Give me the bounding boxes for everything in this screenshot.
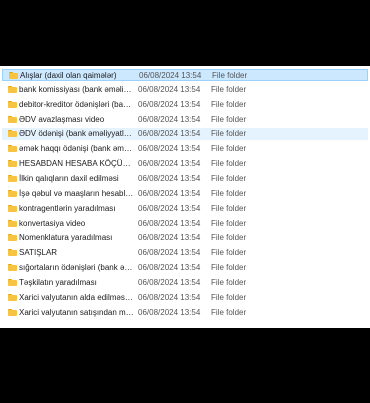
file-row[interactable]: HESABDAN HESABA KÖÇÜRMƏLƏR (bank əməliyy… xyxy=(2,158,368,170)
file-name: bank komissiyası (bank əməliyyatları) xyxy=(19,84,134,94)
file-name: SATIŞLAR xyxy=(19,248,58,258)
file-row[interactable]: Alışlar (daxil olan qaimələr) 06/08/2024 … xyxy=(2,69,368,81)
file-row[interactable]: sığortaların ödənişləri (bank əməliyyatl… xyxy=(2,262,368,274)
file-type: File folder xyxy=(211,84,247,94)
file-row[interactable]: kontragentlərin yaradılması 06/08/2024 13… xyxy=(2,203,368,215)
file-type: File folder xyxy=(211,144,247,154)
date-modified: 06/08/2024 13:54 xyxy=(138,292,201,302)
date-modified: 06/08/2024 13:54 xyxy=(138,159,201,169)
file-type: File folder xyxy=(211,129,247,139)
file-name: Alışlar (daxil olan qaimələr) xyxy=(20,71,117,80)
file-row[interactable]: konvertasiya video 06/08/2024 13:54 File f… xyxy=(2,218,368,230)
date-modified: 06/08/2024 13:54 xyxy=(138,84,201,94)
file-name: debitor-kreditor ödənişləri (bank əməliy… xyxy=(19,99,134,109)
file-row[interactable]: ƏDV ödənişi (bank əməliyyatları) 06/08/20… xyxy=(2,128,368,141)
folder-icon xyxy=(8,278,17,286)
folder-icon xyxy=(8,85,17,93)
file-row[interactable]: Nomenklatura yaradılması 06/08/2024 13:54… xyxy=(2,232,368,244)
date-modified: 06/08/2024 13:54 xyxy=(138,173,201,183)
file-row[interactable]: Təşkilatın yaradılması 06/08/2024 13:54 Fi… xyxy=(2,277,368,289)
file-name: sığortaların ödənişləri (bank əməliyyatl… xyxy=(19,263,134,273)
file-type: File folder xyxy=(211,307,247,317)
date-modified: 06/08/2024 13:54 xyxy=(138,203,201,213)
date-modified: 06/08/2024 13:54 xyxy=(138,99,201,109)
folder-icon xyxy=(9,72,18,79)
file-list: Alışlar (daxil olan qaimələr) 06/08/2024 … xyxy=(0,66,370,328)
file-row[interactable]: Xarici valyutanın satışından mədaxil (ba… xyxy=(2,307,368,319)
file-name: ƏDV ödənişi (bank əməliyyatları) xyxy=(19,129,134,139)
folder-icon xyxy=(8,308,17,316)
date-modified: 06/08/2024 13:54 xyxy=(138,114,201,124)
file-name: konvertasiya video xyxy=(19,218,86,228)
file-row[interactable]: Xarici valyutanın alda edilməsi (bank əm… xyxy=(2,292,368,304)
file-name: HESABDAN HESABA KÖÇÜRMƏLƏR (bank əməliyy… xyxy=(19,159,134,169)
file-row[interactable]: debitor-kreditor ödənişləri (bank əməliy… xyxy=(2,99,368,111)
folder-icon xyxy=(8,115,17,123)
date-modified: 06/08/2024 13:54 xyxy=(138,129,201,139)
file-type: File folder xyxy=(211,248,247,258)
date-modified: 06/08/2024 13:54 xyxy=(138,307,201,317)
file-type: File folder xyxy=(211,99,247,109)
file-row[interactable]: əmək haqqı ödənişi (bank əməliyyatları) 0… xyxy=(2,143,368,155)
folder-icon xyxy=(8,219,17,227)
date-modified: 06/08/2024 13:54 xyxy=(138,188,201,198)
file-type: File folder xyxy=(212,71,248,80)
file-type: File folder xyxy=(211,159,247,169)
folder-icon xyxy=(8,189,17,197)
date-modified: 06/08/2024 13:54 xyxy=(138,248,201,258)
file-type: File folder xyxy=(211,218,247,228)
file-row[interactable]: bank komissiyası (bank əməliyyatları) 06/… xyxy=(2,84,368,96)
date-modified: 06/08/2024 13:54 xyxy=(139,71,202,80)
file-row[interactable]: SATIŞLAR 06/08/2024 13:54 File folder xyxy=(2,247,368,259)
file-type: File folder xyxy=(211,277,247,287)
folder-icon xyxy=(8,145,17,153)
file-name: əmək haqqı ödənişi (bank əməliyyatları) xyxy=(19,144,134,154)
date-modified: 06/08/2024 13:54 xyxy=(138,263,201,273)
file-type: File folder xyxy=(211,203,247,213)
file-row[interactable]: İşə qəbul və maaşların hesablanması 06/08… xyxy=(2,188,368,200)
folder-icon xyxy=(8,293,17,301)
folder-icon xyxy=(8,204,17,212)
folder-icon xyxy=(8,100,17,108)
file-type: File folder xyxy=(211,173,247,183)
folder-icon xyxy=(8,249,17,257)
file-name: İlkin qalıqların daxil edilməsi xyxy=(19,173,119,183)
file-type: File folder xyxy=(211,114,247,124)
file-type: File folder xyxy=(211,263,247,273)
file-type: File folder xyxy=(211,188,247,198)
file-name: Təşkilatın yaradılması xyxy=(19,277,97,287)
file-row[interactable]: İlkin qalıqların daxil edilməsi 06/08/202… xyxy=(2,173,368,185)
file-type: File folder xyxy=(211,292,247,302)
date-modified: 06/08/2024 13:54 xyxy=(138,144,201,154)
folder-icon xyxy=(8,264,17,272)
folder-icon xyxy=(8,130,17,138)
date-modified: 06/08/2024 13:54 xyxy=(138,277,201,287)
file-type: File folder xyxy=(211,233,247,243)
folder-icon xyxy=(8,174,17,182)
file-name: kontragentlərin yaradılması xyxy=(19,203,116,213)
file-name: Xarici valyutanın alda edilməsi (bank əm… xyxy=(19,292,134,302)
file-name: Xarici valyutanın satışından mədaxil (ba… xyxy=(19,307,134,317)
folder-icon xyxy=(8,160,17,168)
file-row[interactable]: ƏDV avazlaşması video 06/08/2024 13:54 Fil… xyxy=(2,114,368,126)
folder-icon xyxy=(8,234,17,242)
date-modified: 06/08/2024 13:54 xyxy=(138,233,201,243)
date-modified: 06/08/2024 13:54 xyxy=(138,218,201,228)
file-name: Nomenklatura yaradılması xyxy=(19,233,113,243)
file-name: İşə qəbul və maaşların hesablanması xyxy=(19,188,134,198)
file-name: ƏDV avazlaşması video xyxy=(19,114,105,124)
